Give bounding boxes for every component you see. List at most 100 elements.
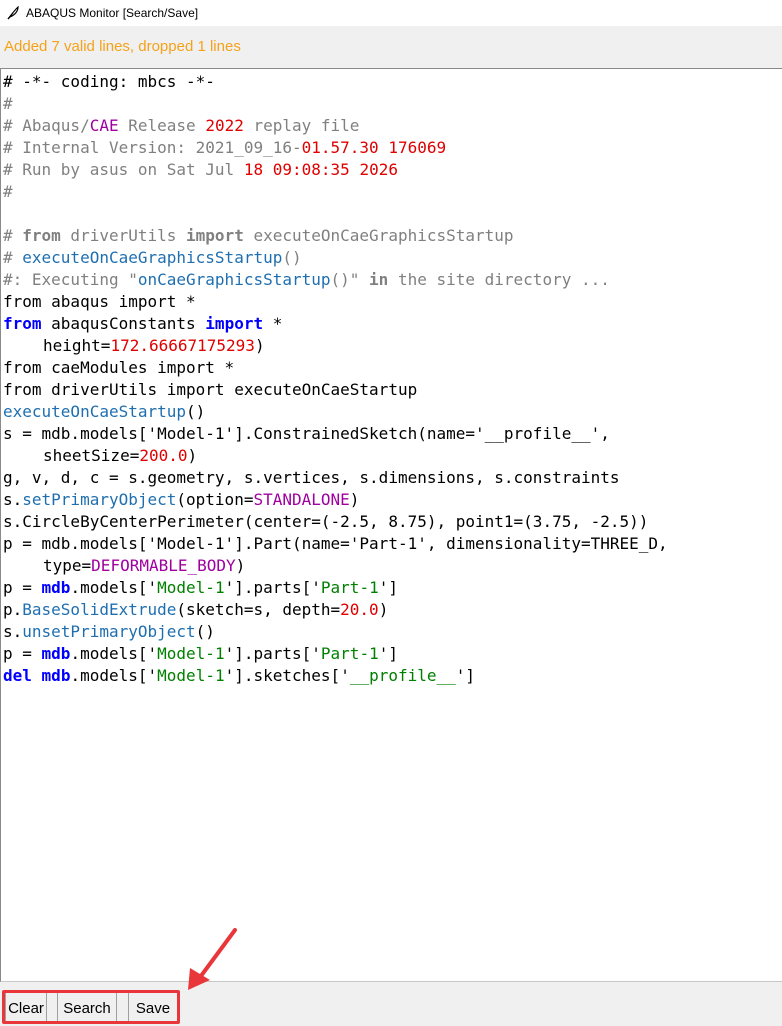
code-token: () xyxy=(195,622,215,641)
code-line: p = mdb.models['Model-1'].parts['Part-1'… xyxy=(3,577,782,599)
code-line: from caeModules import * xyxy=(3,357,782,379)
code-line: p = mdb.models['Model-1'].Part(name='Par… xyxy=(3,533,782,555)
code-line: # -*- coding: mbcs -*- xyxy=(3,71,782,93)
code-token: 2022 xyxy=(205,116,244,135)
code-line: p = mdb.models['Model-1'].parts['Part-1'… xyxy=(3,643,782,665)
code-token: onCaeGraphicsStartup xyxy=(137,270,331,289)
code-line: #: Executing "onCaeGraphicsStartup()" in… xyxy=(3,269,782,291)
feather-icon xyxy=(7,6,19,20)
code-token: # Abaqus/ xyxy=(3,116,90,135)
code-token: import xyxy=(186,226,244,245)
search-button[interactable]: Search xyxy=(57,992,117,1024)
code-token: Model-1 xyxy=(157,666,225,685)
code-token: () xyxy=(282,248,302,267)
code-line: s = mdb.models['Model-1'].ConstrainedSke… xyxy=(3,423,782,445)
code-token: '] xyxy=(455,666,476,685)
clear-button[interactable]: Clear xyxy=(5,992,47,1024)
code-token: # Run by asus on Sat Jul xyxy=(3,160,244,179)
code-token: ()" xyxy=(330,270,370,289)
code-token: import xyxy=(205,314,264,333)
code-token: p = mdb.models['Model-1'].Part(name='Par… xyxy=(3,534,668,553)
code-line: s.CircleByCenterPerimeter(center=(-2.5, … xyxy=(3,511,782,533)
code-token: from abaqus import * xyxy=(3,292,196,311)
code-token: unsetPrimaryObject xyxy=(22,622,196,641)
code-token: ) xyxy=(187,446,198,465)
code-line: s.unsetPrimaryObject() xyxy=(3,621,782,643)
code-token: '].parts[' xyxy=(224,644,321,663)
save-button[interactable]: Save xyxy=(128,992,178,1024)
code-token: from xyxy=(3,314,42,333)
code-line: from abaqus import * xyxy=(3,291,782,313)
code-token: STANDALONE xyxy=(253,490,350,509)
code-line: # Run by asus on Sat Jul 18 09:08:35 202… xyxy=(3,159,782,181)
code-token: s. xyxy=(3,490,23,509)
code-token: driverUtils xyxy=(60,226,187,245)
window-title: ABAQUS Monitor [Search/Save] xyxy=(26,6,199,20)
code-token: 176069 xyxy=(388,138,447,157)
code-token: ) xyxy=(235,556,246,575)
code-text[interactable]: # -*- coding: mbcs -*- # # Abaqus/CAE Rele… xyxy=(1,69,782,687)
code-token: Part-1 xyxy=(320,578,379,597)
status-bar: Added 7 valid lines, dropped 1 lines xyxy=(0,26,782,66)
code-line: # Internal Version: 2021_09_16-01.57.30 … xyxy=(3,137,782,159)
code-line: # xyxy=(3,93,782,115)
code-token: in xyxy=(369,270,389,289)
button-bar: Clear Search Save xyxy=(0,982,782,1026)
code-token: ) xyxy=(254,336,265,355)
code-token: Release xyxy=(118,116,206,135)
code-line: # Abaqus/CAE Release 2022 replay file xyxy=(3,115,782,137)
code-line: type=DEFORMABLE_BODY) xyxy=(3,555,782,577)
code-token: mdb xyxy=(41,578,71,597)
code-line: del mdb.models['Model-1'].sketches['__pr… xyxy=(3,665,782,687)
code-token: '] xyxy=(378,644,398,663)
code-token: mdb xyxy=(41,666,71,685)
code-token: Model-1 xyxy=(157,644,225,663)
code-token: del xyxy=(3,666,32,685)
code-token: from driverUtils import executeOnCaeStar… xyxy=(3,380,418,399)
title-bar: ABAQUS Monitor [Search/Save] xyxy=(0,0,782,26)
code-token: 18 xyxy=(243,160,264,179)
code-token: # xyxy=(3,182,13,201)
code-line: s.setPrimaryObject(option=STANDALONE) xyxy=(3,489,782,511)
code-token: g, v, d, c = s.geometry, s.vertices, s.d… xyxy=(3,468,620,487)
code-line: executeOnCaeStartup() xyxy=(3,401,782,423)
code-token: 2026 xyxy=(359,160,398,179)
code-token: abaqusConstants xyxy=(41,314,206,333)
code-token: .models[' xyxy=(70,666,158,685)
code-token: # xyxy=(3,248,23,267)
code-token: '].parts[' xyxy=(224,578,321,597)
code-token: mdb xyxy=(41,644,71,663)
code-token: executeOnCaeGraphicsStartup xyxy=(243,226,514,245)
code-token: #: Executing " xyxy=(3,270,138,289)
code-token: p. xyxy=(3,600,23,619)
code-token: type= xyxy=(43,556,92,575)
code-editor[interactable]: # -*- coding: mbcs -*- # # Abaqus/CAE Rele… xyxy=(0,68,782,982)
code-token: * xyxy=(263,314,283,333)
code-line: # executeOnCaeGraphicsStartup() xyxy=(3,247,782,269)
code-token: # xyxy=(3,226,23,245)
code-line: from driverUtils import executeOnCaeStar… xyxy=(3,379,782,401)
code-token: setPrimaryObject xyxy=(22,490,177,509)
code-token: height= xyxy=(43,336,111,355)
code-token: ) xyxy=(378,600,389,619)
code-token: sheetSize= xyxy=(43,446,140,465)
code-token: the site directory ... xyxy=(388,270,610,289)
code-line: g, v, d, c = s.geometry, s.vertices, s.d… xyxy=(3,467,782,489)
code-token: p = xyxy=(3,578,42,597)
code-token: () xyxy=(186,402,206,421)
code-token: Model-1 xyxy=(157,578,225,597)
code-token: Part-1 xyxy=(320,644,379,663)
status-message: Added 7 valid lines, dropped 1 lines xyxy=(4,37,241,55)
code-token: s.CircleByCenterPerimeter(center=(-2.5, … xyxy=(3,512,649,531)
code-token: s. xyxy=(3,622,23,641)
code-token: BaseSolidExtrude xyxy=(22,600,177,619)
code-token: '] xyxy=(378,578,398,597)
code-token: 172.66667175293 xyxy=(110,336,255,355)
code-token: .models[' xyxy=(70,578,158,597)
code-token: __profile__ xyxy=(349,666,456,685)
code-token: # xyxy=(3,94,13,113)
